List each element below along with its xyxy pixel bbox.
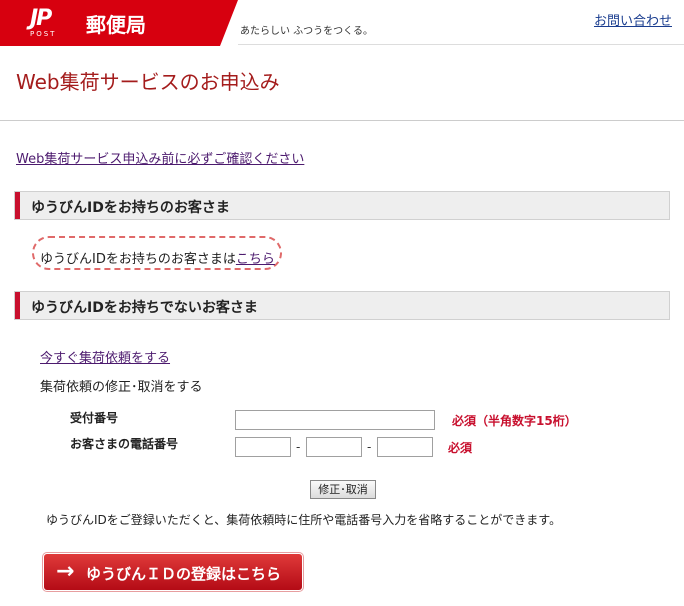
phone-separator: - [296,440,301,454]
section-accent-bar [15,192,20,219]
pre-application-notice-link[interactable]: Web集荷サービス申込み前に必ずご確認ください [16,148,304,167]
section-title: ゆうびんIDをお持ちのお客さま [31,200,230,216]
register-yubin-id-button[interactable]: → ゆうびんＩＤの登録はこちら [44,554,302,590]
has-id-label: ゆうびんIDをお持ちのお客さまは [40,252,236,267]
logo-post-text: POST [30,30,57,38]
jp-post-logo-mark: JP [30,6,52,31]
japan-post-logo[interactable]: JP POST 郵便局 [0,0,238,46]
site-header: JP POST 郵便局 あたらしい ふつうをつくる。 お問い合わせ [0,0,684,46]
phone-part3-input[interactable] [377,437,433,457]
receipt-number-label: 受付番号 [70,411,119,425]
section-title: ゆうびんIDをお持ちでないお客さま [31,300,258,316]
registration-info-text: ゆうびんIDをご登録いただくと、集荷依頼時に住所や電話番号入力を省略することがで… [46,513,562,527]
modify-cancel-button[interactable]: 修正･取消 [310,480,376,499]
phone-number-label: お客さまの電話番号 [70,437,179,451]
header-divider [238,44,684,45]
modify-cancel-label: 集荷依頼の修正･取消をする [40,380,203,395]
section-header-no-id: ゆうびんIDをお持ちでないお客さま [14,291,670,320]
register-button-label: ゆうびんＩＤの登録はこちら [86,565,282,583]
receipt-number-input[interactable] [235,410,435,430]
arrow-right-icon: → [56,559,75,584]
has-id-login-link[interactable]: こちら [236,252,275,267]
logo-text: 郵便局 [86,13,146,37]
request-pickup-now-link[interactable]: 今すぐ集荷依頼をする [40,347,170,366]
contact-link[interactable]: お問い合わせ [594,10,672,29]
section-header-has-id: ゆうびんIDをお持ちのお客さま [14,191,670,220]
page-title: Web集荷サービスのお申込み [16,70,280,94]
phone-required-note: 必須 [448,441,473,455]
phone-part2-input[interactable] [306,437,362,457]
tagline: あたらしい ふつうをつくる。 [240,26,373,37]
phone-separator: - [367,440,372,454]
receipt-required-note: 必須（半角数字15桁） [452,414,577,428]
title-divider [0,120,684,121]
section-accent-bar [15,292,20,319]
has-id-text: ゆうびんIDをお持ちのお客さまはこちら [40,248,275,267]
phone-part1-input[interactable] [235,437,291,457]
